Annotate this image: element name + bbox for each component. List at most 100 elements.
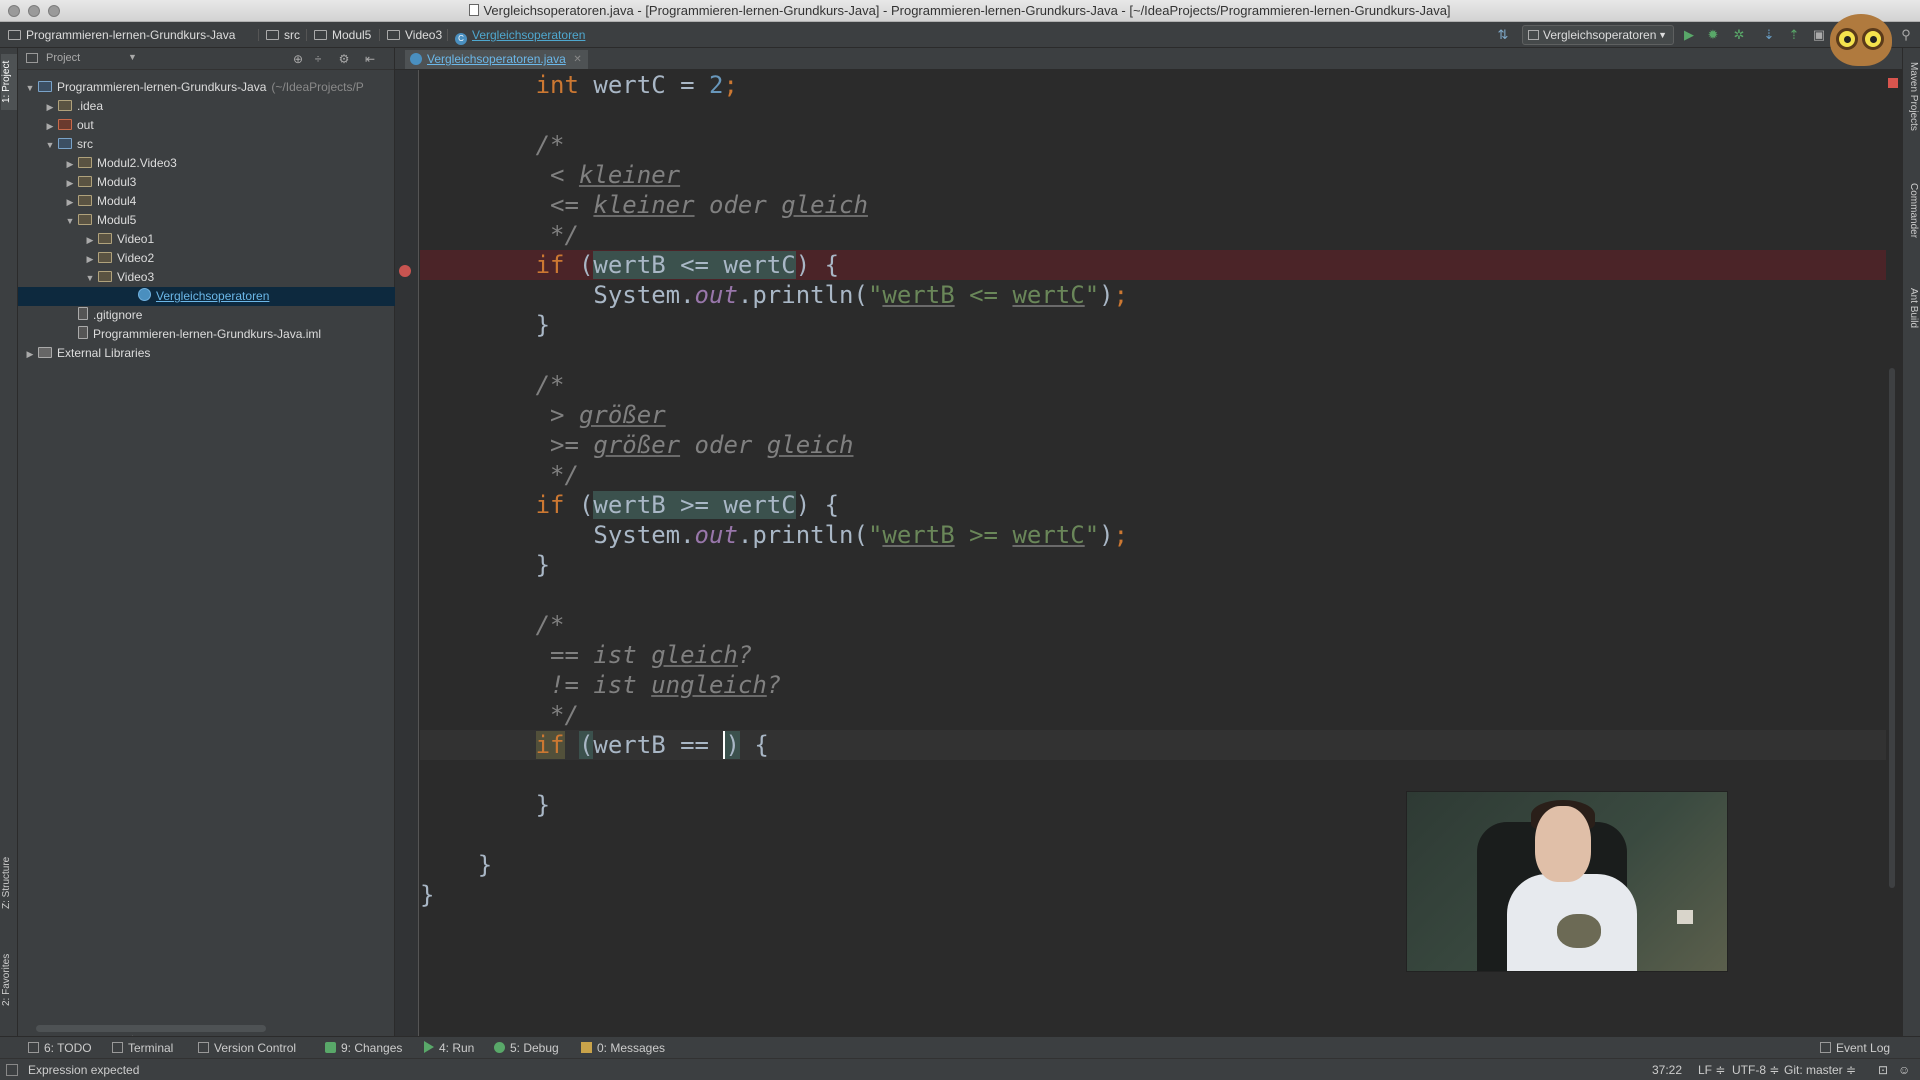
inspector-icon[interactable]: ☺ bbox=[1898, 1063, 1910, 1077]
encoding-select[interactable]: UTF-8 ≑ bbox=[1732, 1063, 1779, 1077]
code-field: out bbox=[694, 281, 738, 309]
folder-icon bbox=[98, 271, 112, 282]
chevron-right-icon[interactable]: ▶ bbox=[44, 98, 56, 117]
tree-item[interactable]: ▶ Video1 bbox=[18, 230, 395, 249]
tool-debug-label: 5: Debug bbox=[510, 1041, 559, 1055]
chevron-right-icon[interactable]: ▶ bbox=[24, 345, 36, 364]
collapse-all-icon[interactable]: ÷ bbox=[310, 51, 326, 67]
tool-changes[interactable]: 9: Changes bbox=[325, 1040, 402, 1056]
tool-run[interactable]: 4: Run bbox=[424, 1040, 474, 1056]
code-field: out bbox=[694, 521, 738, 549]
error-stripe-marker[interactable] bbox=[1888, 78, 1898, 88]
close-tab-icon[interactable]: ✕ bbox=[573, 50, 581, 69]
scroll-from-source-icon[interactable]: ⊕ bbox=[290, 51, 306, 67]
tree-item[interactable]: ▼ Programmieren-lernen-Grundkurs-Java (~/I… bbox=[18, 78, 395, 97]
crumb-video3[interactable]: Video3 bbox=[387, 27, 442, 43]
chevron-right-icon[interactable]: ▶ bbox=[64, 155, 76, 174]
breakpoint-icon[interactable] bbox=[399, 265, 411, 277]
tree-item[interactable]: ▶ External Libraries bbox=[18, 344, 395, 363]
tree-item[interactable]: ▼ src bbox=[18, 135, 395, 154]
editor-tab[interactable]: Vergleichsoperatoren.java ✕ bbox=[405, 50, 588, 69]
code-number: 2 bbox=[709, 71, 724, 99]
tool-todo[interactable]: 6: TODO bbox=[28, 1040, 92, 1056]
tool-tab-ant[interactable]: Ant Build bbox=[1905, 288, 1919, 328]
code-comment: */ bbox=[420, 701, 579, 729]
chevron-down-icon[interactable]: ▼ bbox=[84, 269, 96, 288]
webcam-hoodie-print bbox=[1557, 914, 1601, 948]
code-text: System. bbox=[420, 521, 695, 549]
toggle-tool-windows-icon[interactable] bbox=[6, 1064, 18, 1076]
code-text: .println( bbox=[737, 281, 868, 309]
git-branch-select[interactable]: Git: master ≑ bbox=[1784, 1063, 1856, 1077]
vertical-scrollbar[interactable] bbox=[1889, 368, 1895, 888]
tree-item[interactable]: ▶ Modul4 bbox=[18, 192, 395, 211]
tree-item[interactable]: ▶ Video2 bbox=[18, 249, 395, 268]
tool-debug[interactable]: 5: Debug bbox=[494, 1040, 559, 1056]
settings-icon[interactable]: ▣ bbox=[1810, 26, 1828, 44]
tree-item[interactable]: .gitignore bbox=[18, 306, 395, 325]
run-icon[interactable]: ▶ bbox=[1680, 26, 1698, 44]
tool-tab-maven[interactable]: Maven Projects bbox=[1905, 62, 1919, 131]
navigation-bar: Programmieren-lernen-Grundkurs-Java src … bbox=[0, 22, 1920, 48]
folder-icon bbox=[78, 195, 92, 206]
tool-tab-structure[interactable]: Z: Structure bbox=[1, 843, 17, 923]
run-configuration-select[interactable]: Vergleichsoperatoren ▼ bbox=[1522, 25, 1674, 45]
crumb-modul5[interactable]: Modul5 bbox=[314, 27, 371, 43]
chevron-right-icon[interactable]: ▶ bbox=[84, 250, 96, 269]
tree-item[interactable]: ▶ .idea bbox=[18, 97, 395, 116]
class-icon: C bbox=[455, 33, 467, 45]
tree-item[interactable]: ▼ Modul5 bbox=[18, 211, 395, 230]
tree-item-label: Modul3 bbox=[97, 175, 137, 189]
webcam-overlay bbox=[1406, 791, 1728, 972]
folder-icon bbox=[314, 30, 327, 40]
tree-item-label: Vergleichsoperatoren bbox=[156, 289, 270, 303]
chevron-down-icon[interactable]: ▼ bbox=[44, 136, 56, 155]
comment-word: gleich bbox=[766, 431, 854, 459]
tool-tab-favorites[interactable]: 2: Favorites bbox=[1, 940, 17, 1020]
lock-icon[interactable]: ⊡ bbox=[1878, 1063, 1888, 1077]
chevron-right-icon[interactable]: ▶ bbox=[64, 174, 76, 193]
caret-position[interactable]: 37:22 bbox=[1652, 1063, 1682, 1077]
vcs-update-icon[interactable]: ⇣ bbox=[1760, 26, 1778, 44]
project-view-select[interactable]: Project bbox=[46, 52, 80, 64]
code-comment: /* bbox=[420, 131, 565, 159]
line-separator-select[interactable]: LF ≑ bbox=[1698, 1063, 1725, 1077]
run-config-icon bbox=[1528, 30, 1539, 40]
code-comment: /* bbox=[420, 611, 565, 639]
chevron-down-icon[interactable]: ▼ bbox=[128, 52, 137, 62]
code-comment: != ist ungleich? bbox=[420, 671, 782, 699]
crumb-project[interactable]: Programmieren-lernen-Grundkurs-Java bbox=[8, 27, 235, 43]
tool-tab-commander[interactable]: Commander bbox=[1905, 183, 1919, 238]
debug-icon[interactable]: ✹ bbox=[1704, 26, 1722, 44]
tree-item[interactable]: ▶ Modul3 bbox=[18, 173, 395, 192]
hide-panel-icon[interactable]: ⇤ bbox=[362, 51, 378, 67]
crumb-class-label: Vergleichsoperatoren bbox=[472, 28, 586, 42]
chevron-down-icon[interactable]: ▼ bbox=[24, 79, 36, 98]
tool-version-control[interactable]: Version Control bbox=[198, 1040, 296, 1056]
tool-event-log[interactable]: Event Log bbox=[1820, 1040, 1890, 1056]
search-icon[interactable]: ⚲ bbox=[1897, 26, 1915, 44]
run-with-coverage-icon[interactable]: ✲ bbox=[1730, 26, 1748, 44]
chevron-down-icon[interactable]: ▼ bbox=[64, 212, 76, 231]
crumb-src[interactable]: src bbox=[266, 27, 300, 43]
editor-tab-label: Vergleichsoperatoren.java bbox=[427, 52, 566, 66]
gear-icon[interactable]: ⚙ bbox=[336, 51, 352, 67]
vcs-commit-icon[interactable]: ⇡ bbox=[1785, 26, 1803, 44]
tree-item[interactable]: ▶ out bbox=[18, 116, 395, 135]
tool-tab-project[interactable]: 1: Project bbox=[1, 54, 17, 110]
tree-item[interactable]: Programmieren-lernen-Grundkurs-Java.iml bbox=[18, 325, 395, 344]
crumb-class[interactable]: C Vergleichsoperatoren bbox=[455, 27, 586, 45]
chevron-right-icon[interactable]: ▶ bbox=[84, 231, 96, 250]
chevron-right-icon[interactable]: ▶ bbox=[44, 117, 56, 136]
tree-item[interactable]: Vergleichsoperatoren bbox=[18, 287, 395, 306]
build-icon[interactable]: ⇅ bbox=[1494, 26, 1512, 44]
tool-messages-label: 0: Messages bbox=[597, 1041, 666, 1055]
editor-gutter[interactable] bbox=[395, 70, 419, 1036]
tool-terminal[interactable]: Terminal bbox=[112, 1040, 173, 1056]
code-comment: /* bbox=[420, 371, 565, 399]
chevron-right-icon[interactable]: ▶ bbox=[64, 193, 76, 212]
tree-item[interactable]: ▶ Modul2.Video3 bbox=[18, 154, 395, 173]
code-text: wertB == bbox=[593, 731, 724, 759]
tool-messages[interactable]: 0: Messages bbox=[581, 1040, 665, 1056]
tree-item[interactable]: ▼ Video3 bbox=[18, 268, 395, 287]
